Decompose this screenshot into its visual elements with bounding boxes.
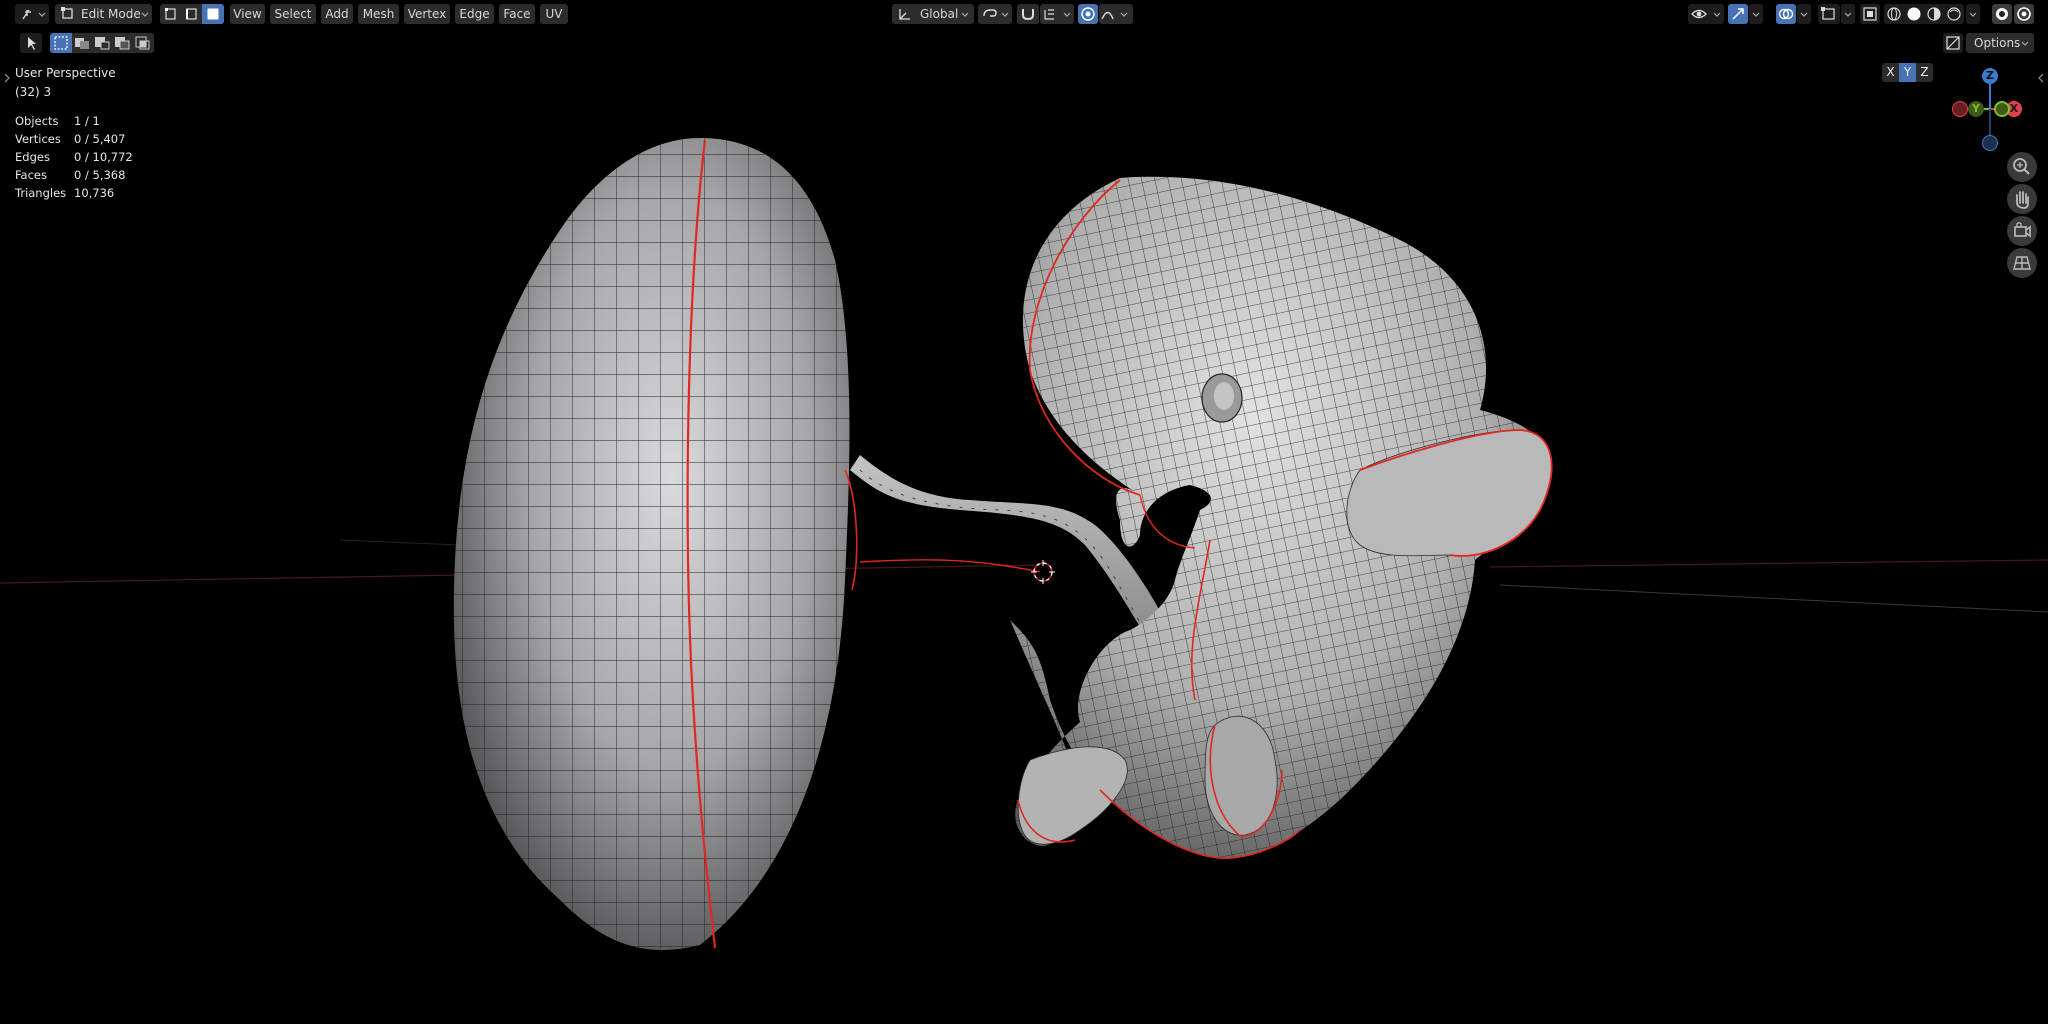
- stat-label-triangles: Triangles: [15, 186, 67, 200]
- collection-info-label: (32) 3: [15, 85, 52, 99]
- navigation-gizmo[interactable]: Z X Y: [1948, 66, 2030, 152]
- toggle-camera-view-button[interactable]: [2007, 216, 2037, 246]
- stat-value-edges: 0 / 10,772: [74, 150, 133, 164]
- gizmo-neg-x-axis[interactable]: [1952, 101, 1968, 117]
- leg-limb: [1204, 715, 1278, 836]
- toggle-projection-button[interactable]: [2007, 248, 2037, 278]
- zoom-view-button[interactable]: [2007, 152, 2037, 182]
- x-axis-line-right: [1489, 559, 2048, 568]
- 3d-cursor[interactable]: [1031, 560, 1055, 584]
- viewport-canvas[interactable]: [0, 0, 2048, 1024]
- stat-label-vertices: Vertices: [15, 132, 61, 146]
- gizmo-z-axis[interactable]: Z: [1982, 68, 1998, 84]
- perspective-grid-icon: [2013, 256, 2031, 270]
- stat-value-faces: 0 / 5,368: [74, 168, 126, 182]
- gizmo-neg-y-axis[interactable]: [1994, 101, 2010, 117]
- view-name-label: User Perspective: [15, 66, 116, 80]
- hand-icon: [2016, 191, 2029, 209]
- stat-value-vertices: 0 / 5,407: [74, 132, 126, 146]
- yolk-sac-mesh[interactable]: [440, 130, 860, 960]
- gizmo-neg-z-axis[interactable]: [1982, 135, 1998, 151]
- gizmo-y-axis[interactable]: Y: [1968, 101, 1984, 117]
- magnifier-icon: [2013, 158, 2030, 175]
- stat-value-objects: 1 / 1: [74, 114, 100, 128]
- pan-view-button[interactable]: [2007, 184, 2037, 214]
- floor-grid-line: [1499, 584, 2048, 613]
- stat-value-triangles: 10,736: [74, 186, 115, 200]
- tail-limb: [1017, 746, 1128, 845]
- stat-label-faces: Faces: [15, 168, 47, 182]
- embryo-body-mesh[interactable]: [1010, 176, 1553, 859]
- camera-icon: [2014, 222, 2031, 238]
- stat-label-edges: Edges: [15, 150, 50, 164]
- stat-label-objects: Objects: [15, 114, 59, 128]
- floor-grid-line-left: [339, 539, 461, 546]
